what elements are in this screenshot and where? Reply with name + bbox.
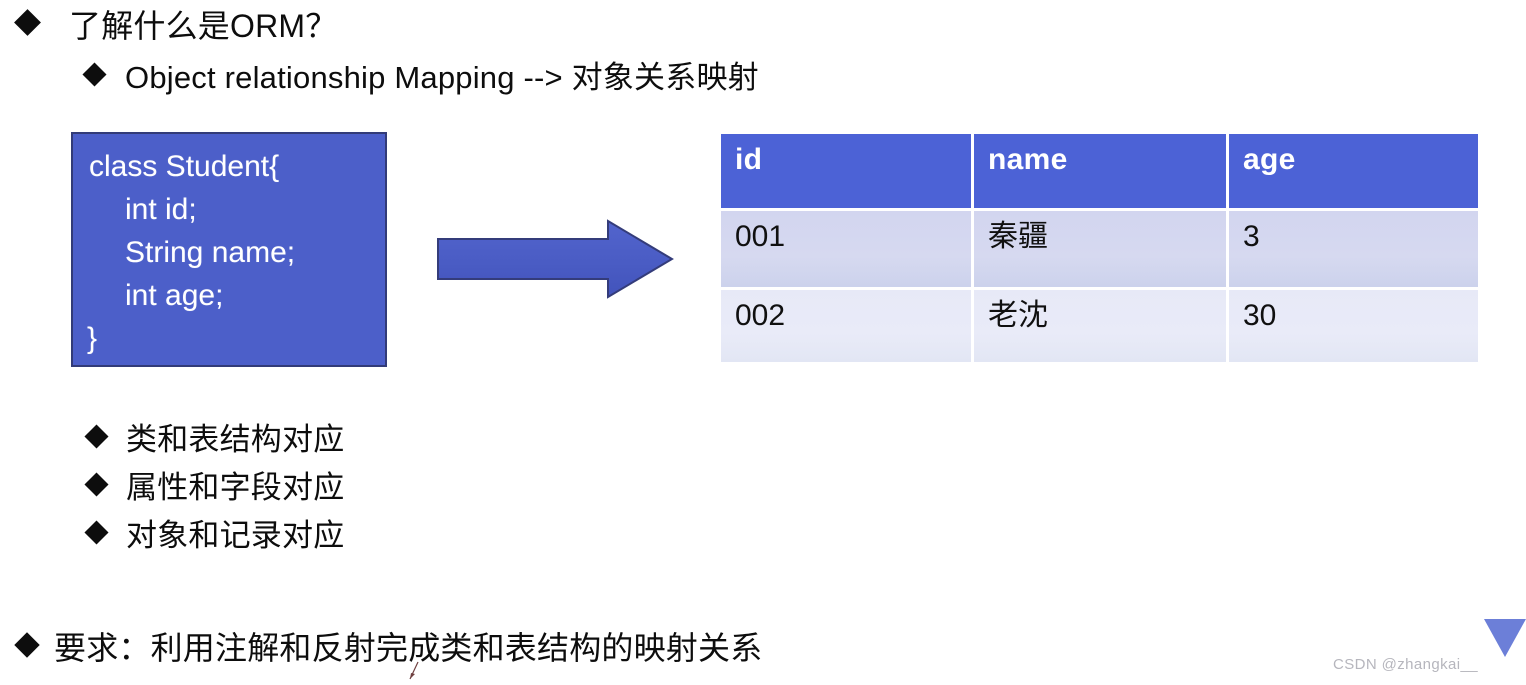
diamond-bullet-icon — [82, 62, 107, 87]
table-cell-id: 002 — [721, 290, 971, 362]
requirement-line: 要求：利用注解和反射完成类和表结构的映射关系 — [14, 628, 762, 668]
table-cell-id: 001 — [721, 211, 971, 287]
code-line: class Student{ — [89, 150, 280, 183]
table-header-cell-name: name — [974, 134, 1226, 208]
list-item: 类和表结构对应 — [84, 420, 345, 468]
csdn-watermark: CSDN @zhangkai__ — [1332, 656, 1478, 673]
list-item: 属性和字段对应 — [84, 468, 345, 516]
table-header-cell-age: age — [1229, 134, 1478, 208]
diamond-bullet-icon — [14, 632, 40, 658]
code-line: int age; — [125, 279, 224, 312]
table-cell-age: 30 — [1229, 290, 1478, 362]
right-arrow-icon — [436, 219, 674, 299]
code-line: } — [87, 322, 98, 355]
code-line: int id; — [125, 193, 197, 226]
list-item-label: 类和表结构对应 — [126, 422, 345, 457]
diamond-bullet-icon — [84, 424, 109, 449]
heading-level-2: Object relationship Mapping --> 对象关系映射 — [82, 58, 759, 98]
diamond-bullet-icon — [14, 9, 41, 36]
heading-level-1-label: 了解什么是ORM？ — [69, 8, 338, 44]
table-row: 002 老沈 30 — [721, 290, 1478, 362]
list-item-label: 对象和记录对应 — [126, 518, 345, 553]
database-table: id name age 001 秦疆 3 002 老沈 30 — [721, 134, 1478, 362]
table-cell-name: 老沈 — [974, 290, 1226, 362]
mapping-bullet-list: 类和表结构对应 属性和字段对应 对象和记录对应 — [84, 420, 345, 564]
diamond-bullet-icon — [84, 472, 109, 497]
table-row: 001 秦疆 3 — [721, 211, 1478, 287]
diamond-bullet-icon — [84, 520, 109, 545]
cursor-artifact — [409, 660, 423, 680]
code-line: String name; — [125, 236, 296, 269]
heading-level-2-label: Object relationship Mapping --> 对象关系映射 — [125, 60, 759, 95]
heading-level-1: 了解什么是ORM？ — [14, 6, 338, 46]
table-header-cell-id: id — [721, 134, 971, 208]
java-class-code-box: class Student{ int id; String name; int … — [71, 132, 387, 367]
list-item: 对象和记录对应 — [84, 516, 345, 564]
table-header-row: id name age — [721, 134, 1478, 208]
csdn-logo-icon — [1482, 617, 1526, 659]
table-cell-name: 秦疆 — [974, 211, 1226, 287]
list-item-label: 属性和字段对应 — [126, 470, 345, 505]
table-cell-age: 3 — [1229, 211, 1478, 287]
slide-canvas: 了解什么是ORM？ Object relationship Mapping --… — [0, 0, 1526, 685]
